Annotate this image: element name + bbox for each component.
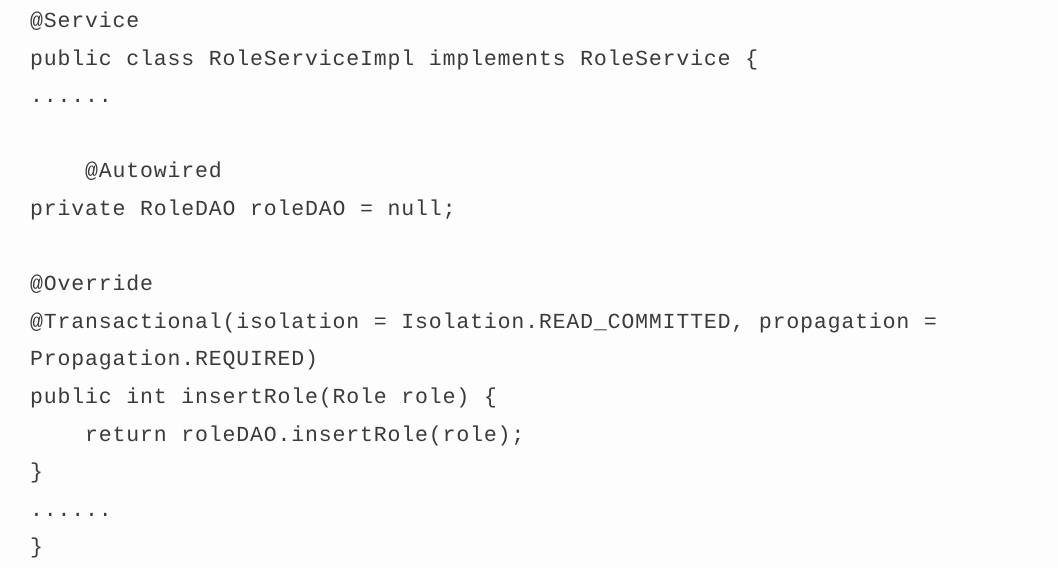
code-line: public int insertRole(Role role) {: [30, 385, 498, 410]
code-line: }: [30, 461, 44, 486]
code-line: private RoleDAO roleDAO = null;: [30, 197, 457, 222]
code-line: @Transactional(isolation = Isolation.REA…: [30, 310, 938, 335]
code-line: ......: [30, 498, 113, 523]
code-line: @Override: [30, 273, 154, 298]
code-line: @Service: [30, 10, 141, 34]
code-line: public class RoleServiceImpl implements …: [30, 47, 759, 72]
code-line: Propagation.REQUIRED): [30, 348, 319, 373]
code-line: ......: [30, 85, 113, 110]
code-listing-page: @Service public class RoleServiceImpl imp…: [0, 0, 1058, 560]
code-block: @Service public class RoleServiceImpl imp…: [30, 4, 938, 568]
code-line: return roleDAO.insertRole(role);: [30, 423, 526, 448]
code-line: @Autowired: [30, 160, 223, 185]
code-line: }: [30, 536, 44, 561]
